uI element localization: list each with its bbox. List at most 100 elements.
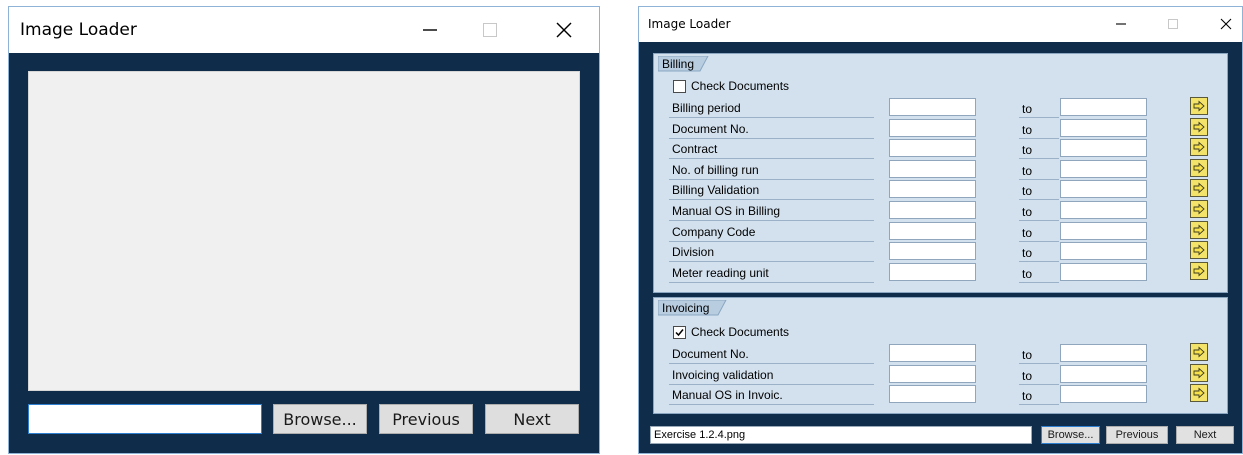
invoicing-group-title: Invoicing [662,301,710,315]
to-input[interactable] [1060,262,1147,281]
client-area: Billing Check Documents Billing period to… [639,42,1242,453]
to-label: to [1019,138,1059,160]
from-input[interactable] [889,242,976,261]
close-button[interactable] [534,7,594,52]
field-label: Company Code [669,221,874,242]
to-label: to [1019,343,1059,364]
selection-row: Manual OS in Invoic. to [669,384,1208,406]
checkbox[interactable] [673,325,686,339]
field-label: Document No. [669,118,874,139]
to-label: to [1019,97,1059,118]
billing-group: Billing Check Documents Billing period to… [653,53,1228,293]
field-label: Division [669,241,874,263]
to-input[interactable] [1060,344,1147,362]
file-path-input[interactable] [28,404,262,434]
browse-button[interactable]: Browse... [273,404,367,434]
maximize-button[interactable] [1151,7,1195,41]
from-input[interactable] [889,262,976,281]
to-input[interactable] [1060,242,1147,261]
from-input[interactable] [889,159,976,178]
from-input[interactable] [889,139,976,158]
arrow-right-icon [1193,346,1205,358]
field-label: Meter reading unit [669,262,874,283]
maximize-button[interactable] [460,7,520,52]
file-path-input[interactable] [650,426,1032,444]
to-input[interactable] [1060,159,1147,178]
to-input[interactable] [1060,221,1147,240]
selection-row: Division to [669,241,1208,263]
multiple-selection-button[interactable] [1190,261,1208,280]
multiple-selection-button[interactable] [1190,384,1208,403]
to-input[interactable] [1060,385,1147,404]
next-button[interactable]: Next [485,404,579,434]
field-label: Manual OS in Billing [669,200,874,221]
field-label: No. of billing run [669,159,874,180]
to-input[interactable] [1060,139,1147,158]
selection-row: Manual OS in Billing to [669,200,1208,221]
title-bar[interactable]: Image Loader [9,7,599,52]
field-label: Manual OS in Invoic. [669,384,874,406]
browse-button[interactable]: Browse... [1041,426,1100,444]
to-label: to [1019,262,1059,283]
field-label: Document No. [669,343,874,364]
to-label: to [1019,159,1059,180]
close-icon [556,22,572,37]
to-input[interactable] [1060,201,1147,219]
from-input[interactable] [889,118,976,137]
arrow-right-icon [1193,244,1205,256]
from-input[interactable] [889,344,976,362]
multiple-selection-button[interactable] [1190,241,1208,260]
multiple-selection-button[interactable] [1190,97,1208,115]
selection-row: No. of billing run to [669,158,1208,180]
to-input[interactable] [1060,98,1147,116]
to-label: to [1019,200,1059,221]
window-title: Image Loader [648,17,731,31]
checkmark-icon [675,328,684,336]
from-input[interactable] [889,98,976,116]
arrow-right-icon [1193,203,1205,215]
arrow-right-icon [1193,162,1205,174]
multiple-selection-button[interactable] [1190,138,1208,157]
billing-check-documents[interactable]: Check Documents [673,78,789,94]
field-label: Billing Validation [669,179,874,201]
minimize-button[interactable] [400,7,460,52]
billing-group-title: Billing [662,57,695,71]
from-input[interactable] [889,385,976,404]
to-label: to [1019,221,1059,242]
image-loader-window-sap: Image Loader Billing Check Documents Bil… [638,6,1243,454]
title-bar[interactable]: Image Loader [639,7,1242,41]
to-input[interactable] [1060,118,1147,137]
invoicing-check-documents[interactable]: Check Documents [673,324,789,340]
arrow-right-icon [1193,367,1205,379]
arrow-right-icon [1193,141,1205,153]
field-label: Contract [669,138,874,160]
from-input[interactable] [889,364,976,383]
invoicing-group: Invoicing Check Documents Document No. to… [653,297,1228,414]
to-input[interactable] [1060,180,1147,199]
selection-row: Company Code to [669,220,1208,242]
selection-row: Document No. to [669,117,1208,139]
to-input[interactable] [1060,364,1147,383]
selection-row: Billing Validation to [669,179,1208,201]
multiple-selection-button[interactable] [1190,220,1208,239]
multiple-selection-button[interactable] [1190,200,1208,218]
multiple-selection-button[interactable] [1190,179,1208,198]
selection-row: Document No. to [669,343,1208,364]
image-loader-window-simple: Image Loader Browse... Previous Next [8,6,600,454]
close-button[interactable] [1204,7,1243,41]
multiple-selection-button[interactable] [1190,158,1208,177]
from-input[interactable] [889,201,976,219]
next-button[interactable]: Next [1176,426,1234,444]
multiple-selection-button[interactable] [1190,343,1208,361]
minimize-button[interactable] [1099,7,1143,41]
multiple-selection-button[interactable] [1190,117,1208,136]
checkbox[interactable] [673,79,686,93]
selection-row: Invoicing validation to [669,363,1208,385]
maximize-icon [483,22,497,37]
from-input[interactable] [889,221,976,240]
previous-button[interactable]: Previous [1106,426,1168,444]
from-input[interactable] [889,180,976,199]
multiple-selection-button[interactable] [1190,363,1208,382]
previous-button[interactable]: Previous [379,404,473,434]
to-label: to [1019,118,1059,139]
